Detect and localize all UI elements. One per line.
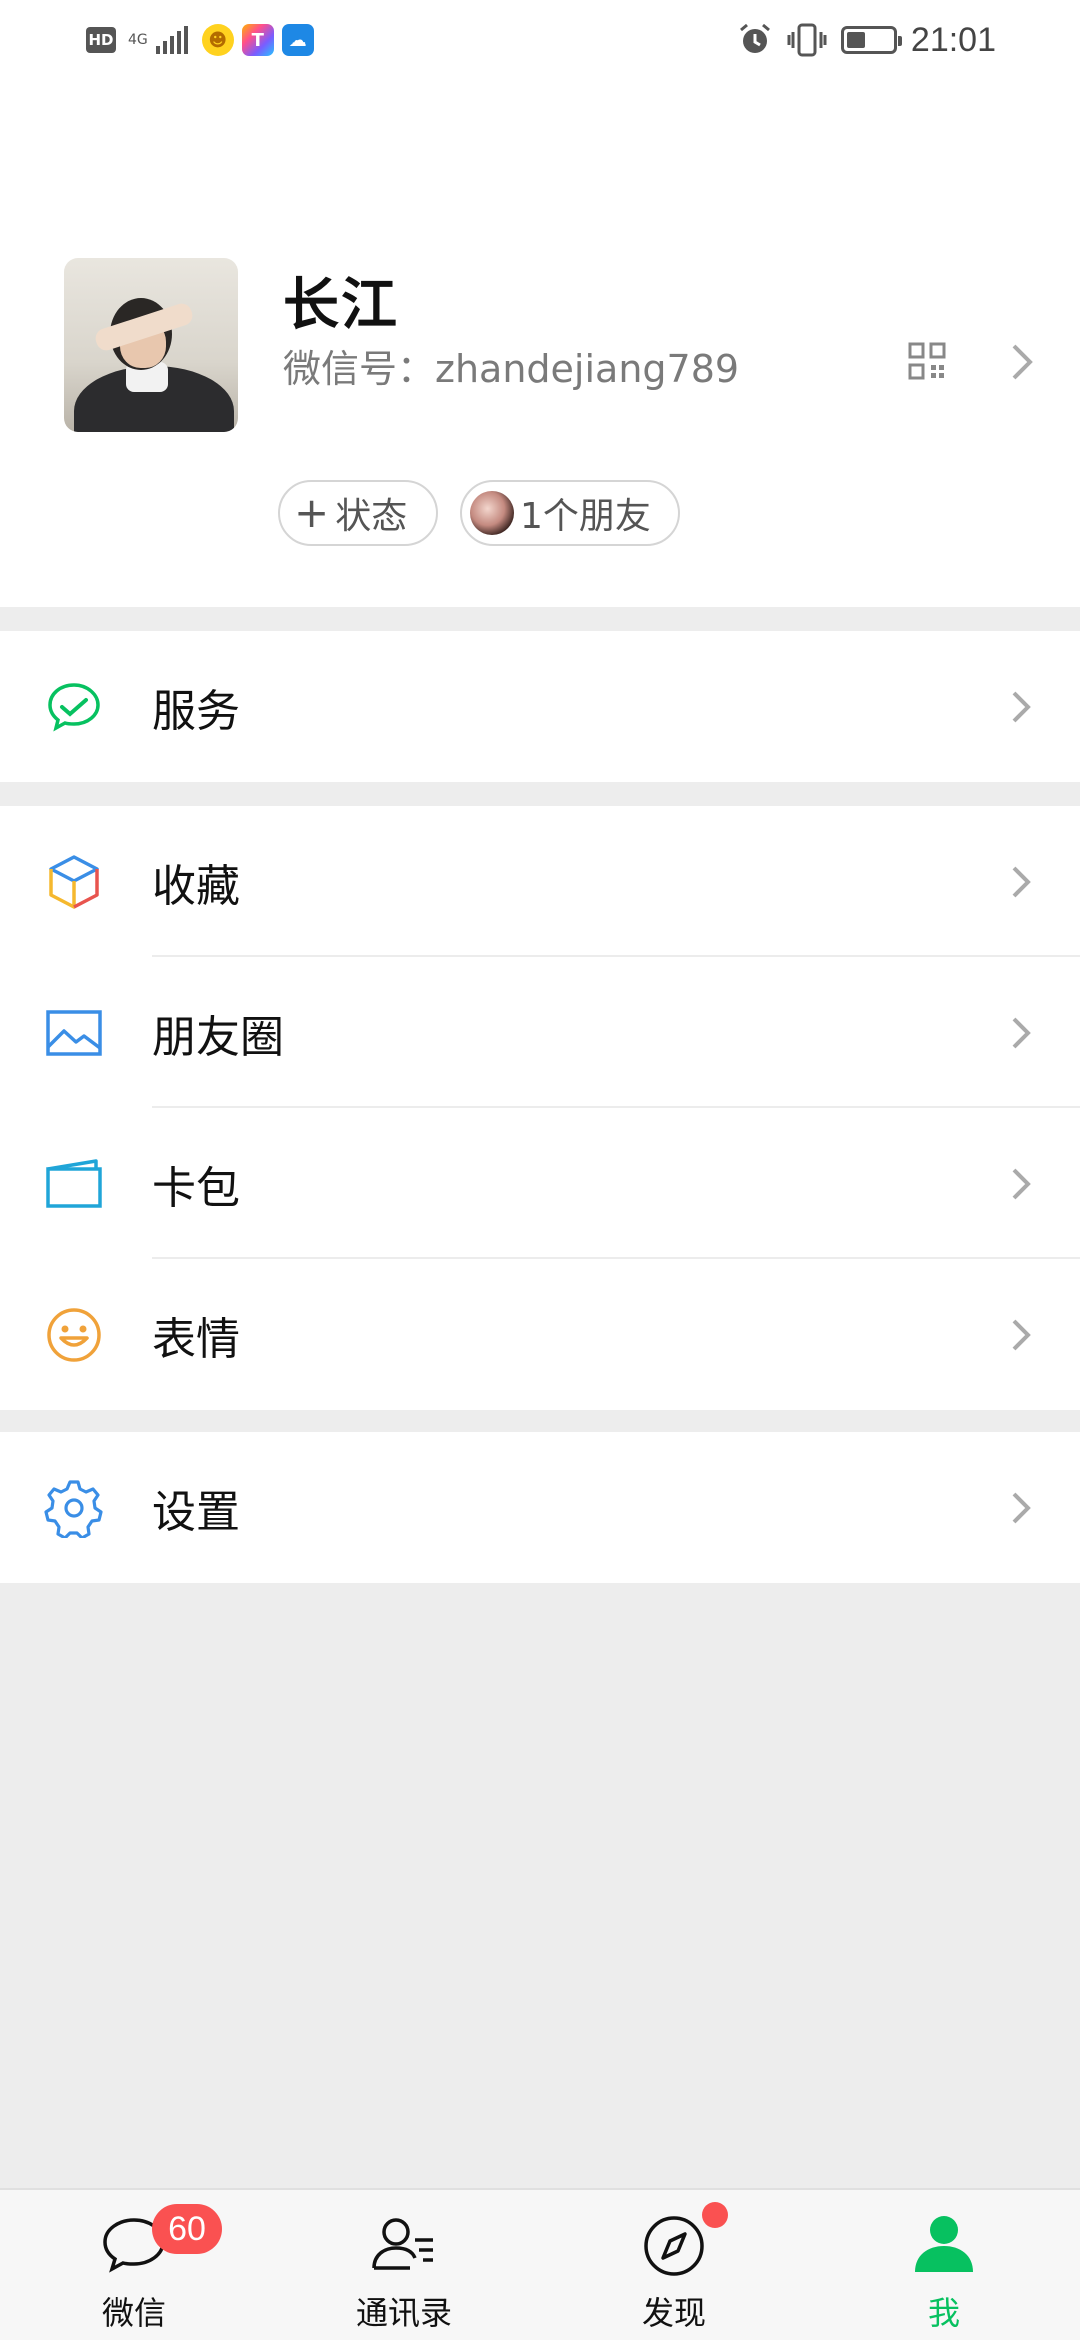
tab-contacts[interactable]: 通讯录: [304, 2190, 504, 2340]
menu-item-moments[interactable]: 朋友圈: [0, 957, 1080, 1108]
tab-label-chats: 微信: [101, 2294, 166, 2332]
friends-status-chip[interactable]: 1个朋友: [460, 480, 680, 546]
tab-discover[interactable]: 发现: [574, 2190, 774, 2340]
menu-item-cards[interactable]: 卡包: [0, 1108, 1080, 1259]
chevron-right-icon: [1012, 1017, 1031, 1048]
friends-chip-label: 1个朋友: [520, 496, 651, 537]
weather-app-icon: ☁: [281, 24, 314, 56]
wechat-id-text: 微信号：zhandejiang789: [283, 338, 739, 393]
network-type: 4G: [128, 32, 148, 48]
tab-label-contacts: 通讯录: [355, 2294, 452, 2332]
menu-item-favorites[interactable]: 收藏: [0, 806, 1080, 957]
chevron-right-icon: [1012, 866, 1031, 897]
wechat-pay-check-icon: [48, 682, 100, 731]
battery-icon: [840, 26, 902, 54]
qr-code-icon[interactable]: [908, 342, 946, 380]
menu-label-moments: 朋友圈: [152, 1011, 284, 1063]
chevron-right-icon[interactable]: [1002, 340, 1042, 384]
menu-group-services: 服务: [0, 631, 1080, 782]
chevron-right-icon: [1012, 1492, 1031, 1523]
bottom-tab-bar: 60 微信 通讯录 发现 我: [0, 2188, 1080, 2340]
status-chip-label: 状态: [335, 496, 408, 537]
hd-icon: HD: [86, 27, 116, 53]
menu-label-stickers: 表情: [152, 1313, 240, 1365]
person-icon: [915, 2216, 973, 2272]
wechat-id-value: zhandejiang789: [435, 347, 740, 391]
tab-chats[interactable]: 60 微信: [34, 2190, 234, 2340]
alarm-icon: [739, 23, 770, 53]
chevron-right-icon: [1012, 1168, 1031, 1199]
clock: 21:01: [910, 20, 996, 59]
add-status-button[interactable]: + 状态: [278, 480, 438, 546]
tab-label-discover: 发现: [641, 2294, 706, 2332]
menu-label-services: 服务: [152, 685, 240, 737]
vibrate-icon: [787, 23, 827, 57]
gear-icon: [44, 1479, 103, 1538]
friend-avatar: [470, 491, 514, 535]
menu-label-settings: 设置: [152, 1486, 240, 1538]
status-bar: HD 4G ☻ T ☁ 21:01: [0, 0, 1080, 80]
menu-label-favorites: 收藏: [152, 860, 240, 912]
menu-group-main: 收藏 朋友圈 卡包 表情: [0, 806, 1080, 1410]
smiley-icon: [47, 1307, 101, 1362]
new-dot: [702, 2202, 728, 2228]
nickname: 长江: [283, 273, 399, 338]
cube-icon: [49, 854, 99, 909]
plus-icon: +: [294, 488, 330, 537]
menu-group-settings: 设置: [0, 1432, 1080, 1583]
menu-item-stickers[interactable]: 表情: [0, 1259, 1080, 1410]
tab-label-me: 我: [927, 2294, 960, 2332]
tab-me[interactable]: 我: [844, 2190, 1044, 2340]
unread-badge: 60: [152, 2204, 222, 2254]
avatar[interactable]: [64, 258, 238, 432]
colorful-app-icon: T: [241, 24, 274, 56]
profile-header[interactable]: 长江 微信号：zhandejiang789 + 状态 1个朋友: [0, 80, 1080, 607]
chevron-right-icon: [1012, 1319, 1031, 1350]
image-icon: [46, 1009, 102, 1056]
qq-app-icon: ☻: [201, 24, 234, 56]
chevron-right-icon: [1012, 691, 1031, 722]
wallet-card-icon: [46, 1158, 102, 1208]
contacts-icon: [372, 2218, 433, 2270]
status-left: HD 4G ☻ T ☁: [86, 22, 314, 58]
compass-icon: [644, 2216, 704, 2276]
menu-label-cards: 卡包: [152, 1162, 240, 1214]
menu-item-services[interactable]: 服务: [0, 631, 1080, 782]
status-right: 21:01: [737, 16, 996, 64]
wechat-id-label: 微信号：: [283, 347, 436, 391]
menu-item-settings[interactable]: 设置: [0, 1432, 1080, 1583]
signal-icon: [155, 26, 188, 54]
